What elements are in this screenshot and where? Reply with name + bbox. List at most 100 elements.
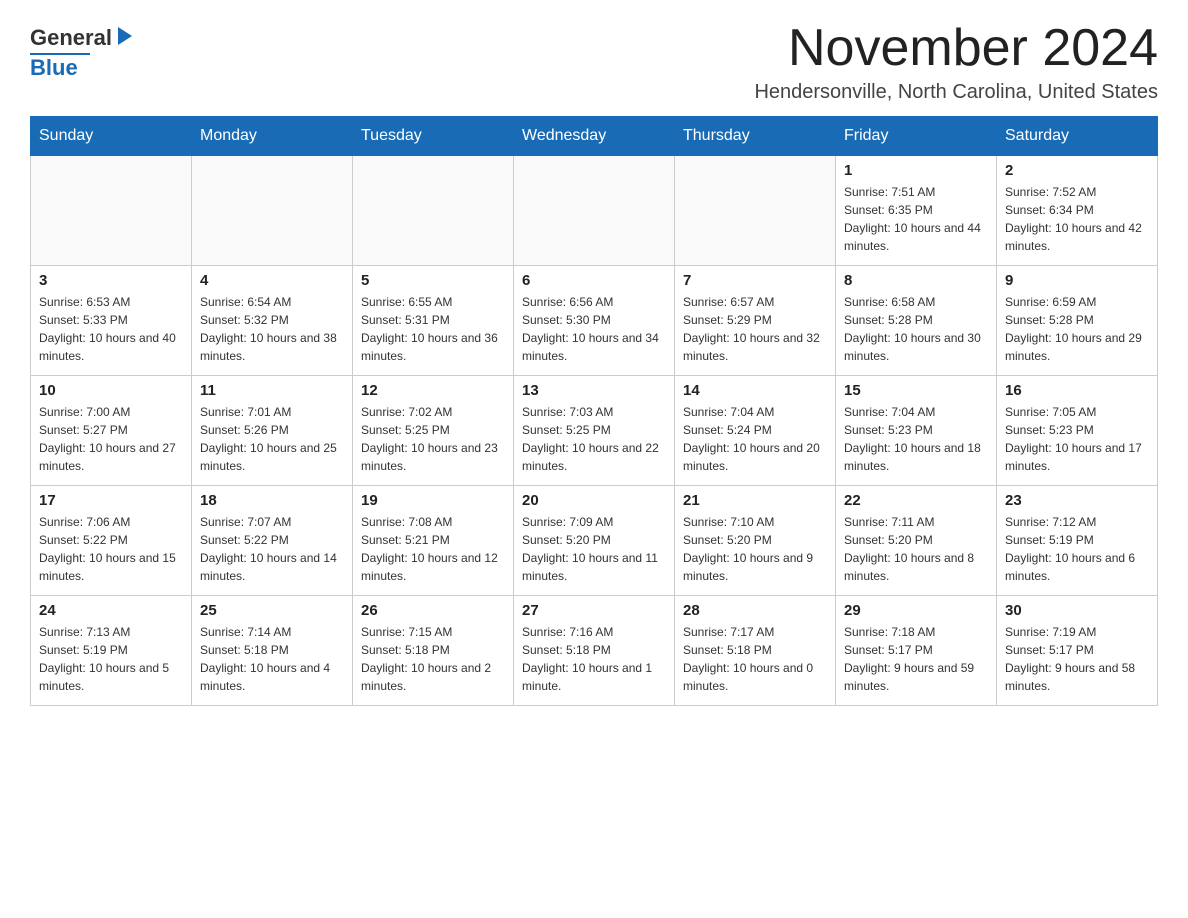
calendar-cell: 24 Sunrise: 7:13 AM Sunset: 5:19 PM Dayli… xyxy=(31,596,192,706)
day-info: Sunrise: 7:11 AM Sunset: 5:20 PM Dayligh… xyxy=(844,513,988,585)
day-info: Sunrise: 7:13 AM Sunset: 5:19 PM Dayligh… xyxy=(39,623,183,695)
logo-arrow-icon xyxy=(114,25,136,47)
calendar-header-monday: Monday xyxy=(192,117,353,156)
calendar-cell: 29 Sunrise: 7:18 AM Sunset: 5:17 PM Dayli… xyxy=(836,596,997,706)
logo-blue: Blue xyxy=(30,55,78,81)
day-number: 5 xyxy=(361,272,505,289)
day-number: 11 xyxy=(200,382,344,399)
calendar-cell: 1Sunrise: 7:51 AM Sunset: 6:35 PM Daylig… xyxy=(836,156,997,266)
day-info: Sunrise: 7:03 AM Sunset: 5:25 PM Dayligh… xyxy=(522,403,666,475)
day-number: 7 xyxy=(683,272,827,289)
day-number: 16 xyxy=(1005,382,1149,399)
day-info: Sunrise: 7:08 AM Sunset: 5:21 PM Dayligh… xyxy=(361,513,505,585)
calendar-cell xyxy=(675,156,836,266)
day-number: 2 xyxy=(1005,162,1149,179)
day-info: Sunrise: 7:19 AM Sunset: 5:17 PM Dayligh… xyxy=(1005,623,1149,695)
calendar-cell: 27Sunrise: 7:16 AM Sunset: 5:18 PM Dayli… xyxy=(514,596,675,706)
day-info: Sunrise: 6:56 AM Sunset: 5:30 PM Dayligh… xyxy=(522,293,666,365)
calendar-cell: 10 Sunrise: 7:00 AM Sunset: 5:27 PM Dayli… xyxy=(31,376,192,486)
location: Hendersonville, North Carolina, United S… xyxy=(754,81,1158,104)
day-number: 1 xyxy=(844,162,988,179)
day-info: Sunrise: 7:52 AM Sunset: 6:34 PM Dayligh… xyxy=(1005,183,1149,255)
day-info: Sunrise: 7:14 AM Sunset: 5:18 PM Dayligh… xyxy=(200,623,344,695)
calendar-cell xyxy=(514,156,675,266)
day-number: 20 xyxy=(522,492,666,509)
logo: General Blue xyxy=(30,20,136,81)
calendar-cell: 9 Sunrise: 6:59 AM Sunset: 5:28 PM Daylig… xyxy=(997,266,1158,376)
day-info: Sunrise: 7:17 AM Sunset: 5:18 PM Dayligh… xyxy=(683,623,827,695)
calendar-cell: 7 Sunrise: 6:57 AM Sunset: 5:29 PM Daylig… xyxy=(675,266,836,376)
calendar-header-friday: Friday xyxy=(836,117,997,156)
calendar-cell: 14Sunrise: 7:04 AM Sunset: 5:24 PM Dayli… xyxy=(675,376,836,486)
calendar-cell: 4 Sunrise: 6:54 AM Sunset: 5:32 PM Daylig… xyxy=(192,266,353,376)
calendar-cell: 6 Sunrise: 6:56 AM Sunset: 5:30 PM Daylig… xyxy=(514,266,675,376)
week-row-3: 10 Sunrise: 7:00 AM Sunset: 5:27 PM Dayli… xyxy=(31,376,1158,486)
day-info: Sunrise: 6:57 AM Sunset: 5:29 PM Dayligh… xyxy=(683,293,827,365)
month-title: November 2024 xyxy=(754,20,1158,77)
calendar-cell: 17Sunrise: 7:06 AM Sunset: 5:22 PM Dayli… xyxy=(31,486,192,596)
day-number: 10 xyxy=(39,382,183,399)
title-block: November 2024 Hendersonville, North Caro… xyxy=(754,20,1158,104)
day-info: Sunrise: 7:04 AM Sunset: 5:23 PM Dayligh… xyxy=(844,403,988,475)
day-number: 15 xyxy=(844,382,988,399)
day-info: Sunrise: 7:06 AM Sunset: 5:22 PM Dayligh… xyxy=(39,513,183,585)
calendar-table: SundayMondayTuesdayWednesdayThursdayFrid… xyxy=(30,116,1158,706)
calendar-cell: 25 Sunrise: 7:14 AM Sunset: 5:18 PM Dayli… xyxy=(192,596,353,706)
calendar-cell: 23 Sunrise: 7:12 AM Sunset: 5:19 PM Dayli… xyxy=(997,486,1158,596)
calendar-cell: 12Sunrise: 7:02 AM Sunset: 5:25 PM Dayli… xyxy=(353,376,514,486)
day-number: 4 xyxy=(200,272,344,289)
day-info: Sunrise: 7:02 AM Sunset: 5:25 PM Dayligh… xyxy=(361,403,505,475)
day-number: 6 xyxy=(522,272,666,289)
calendar-cell xyxy=(31,156,192,266)
day-number: 22 xyxy=(844,492,988,509)
week-row-1: 1Sunrise: 7:51 AM Sunset: 6:35 PM Daylig… xyxy=(31,156,1158,266)
day-info: Sunrise: 6:53 AM Sunset: 5:33 PM Dayligh… xyxy=(39,293,183,365)
calendar-cell: 28Sunrise: 7:17 AM Sunset: 5:18 PM Dayli… xyxy=(675,596,836,706)
day-number: 30 xyxy=(1005,602,1149,619)
day-number: 9 xyxy=(1005,272,1149,289)
day-info: Sunrise: 7:15 AM Sunset: 5:18 PM Dayligh… xyxy=(361,623,505,695)
day-info: Sunrise: 6:54 AM Sunset: 5:32 PM Dayligh… xyxy=(200,293,344,365)
logo-general: General xyxy=(30,25,112,51)
calendar-header-sunday: Sunday xyxy=(31,117,192,156)
calendar-header-row: SundayMondayTuesdayWednesdayThursdayFrid… xyxy=(31,117,1158,156)
day-info: Sunrise: 7:09 AM Sunset: 5:20 PM Dayligh… xyxy=(522,513,666,585)
day-info: Sunrise: 6:58 AM Sunset: 5:28 PM Dayligh… xyxy=(844,293,988,365)
calendar-cell: 2 Sunrise: 7:52 AM Sunset: 6:34 PM Daylig… xyxy=(997,156,1158,266)
calendar-cell xyxy=(192,156,353,266)
day-info: Sunrise: 7:07 AM Sunset: 5:22 PM Dayligh… xyxy=(200,513,344,585)
calendar-cell xyxy=(353,156,514,266)
calendar-cell: 15 Sunrise: 7:04 AM Sunset: 5:23 PM Dayli… xyxy=(836,376,997,486)
calendar-cell: 19 Sunrise: 7:08 AM Sunset: 5:21 PM Dayli… xyxy=(353,486,514,596)
day-number: 24 xyxy=(39,602,183,619)
day-number: 27 xyxy=(522,602,666,619)
calendar-header-saturday: Saturday xyxy=(997,117,1158,156)
day-info: Sunrise: 7:10 AM Sunset: 5:20 PM Dayligh… xyxy=(683,513,827,585)
day-number: 26 xyxy=(361,602,505,619)
day-number: 3 xyxy=(39,272,183,289)
calendar-header-tuesday: Tuesday xyxy=(353,117,514,156)
week-row-2: 3 Sunrise: 6:53 AM Sunset: 5:33 PM Daylig… xyxy=(31,266,1158,376)
calendar-cell: 3 Sunrise: 6:53 AM Sunset: 5:33 PM Daylig… xyxy=(31,266,192,376)
day-info: Sunrise: 7:01 AM Sunset: 5:26 PM Dayligh… xyxy=(200,403,344,475)
day-number: 25 xyxy=(200,602,344,619)
calendar-cell: 30 Sunrise: 7:19 AM Sunset: 5:17 PM Dayli… xyxy=(997,596,1158,706)
day-info: Sunrise: 7:12 AM Sunset: 5:19 PM Dayligh… xyxy=(1005,513,1149,585)
calendar-cell: 16 Sunrise: 7:05 AM Sunset: 5:23 PM Dayli… xyxy=(997,376,1158,486)
calendar-cell: 21Sunrise: 7:10 AM Sunset: 5:20 PM Dayli… xyxy=(675,486,836,596)
day-info: Sunrise: 7:18 AM Sunset: 5:17 PM Dayligh… xyxy=(844,623,988,695)
calendar-cell: 20 Sunrise: 7:09 AM Sunset: 5:20 PM Dayli… xyxy=(514,486,675,596)
day-number: 14 xyxy=(683,382,827,399)
day-info: Sunrise: 7:05 AM Sunset: 5:23 PM Dayligh… xyxy=(1005,403,1149,475)
day-info: Sunrise: 6:59 AM Sunset: 5:28 PM Dayligh… xyxy=(1005,293,1149,365)
calendar-cell: 8Sunrise: 6:58 AM Sunset: 5:28 PM Daylig… xyxy=(836,266,997,376)
day-number: 19 xyxy=(361,492,505,509)
calendar-cell: 26 Sunrise: 7:15 AM Sunset: 5:18 PM Dayli… xyxy=(353,596,514,706)
day-number: 29 xyxy=(844,602,988,619)
day-info: Sunrise: 7:00 AM Sunset: 5:27 PM Dayligh… xyxy=(39,403,183,475)
day-number: 18 xyxy=(200,492,344,509)
day-info: Sunrise: 6:55 AM Sunset: 5:31 PM Dayligh… xyxy=(361,293,505,365)
day-number: 23 xyxy=(1005,492,1149,509)
page-header: General Blue November 2024 Hendersonvill… xyxy=(30,20,1158,104)
calendar-cell: 11 Sunrise: 7:01 AM Sunset: 5:26 PM Dayli… xyxy=(192,376,353,486)
